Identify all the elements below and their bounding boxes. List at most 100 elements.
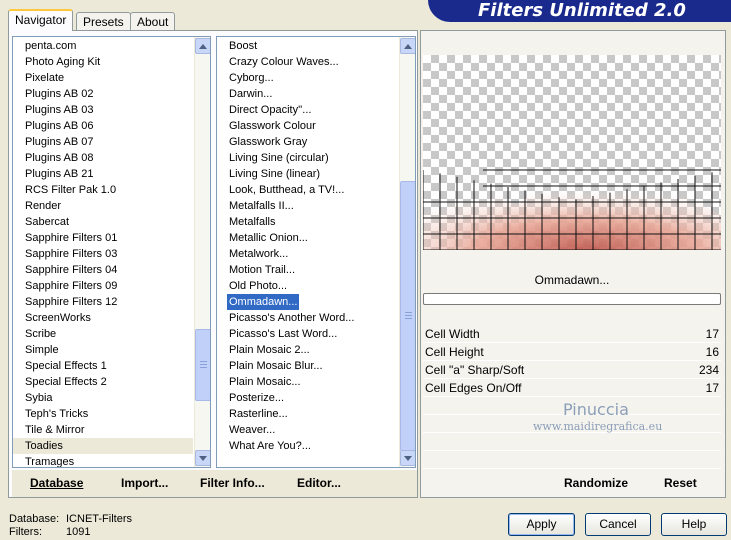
cancel-button[interactable]: Cancel (585, 513, 651, 536)
list-item[interactable]: Teph's Tricks (13, 406, 193, 422)
watermark-url: www.maidiregrafica.eu (533, 420, 663, 433)
app-title: Filters Unlimited 2.0 (478, 0, 686, 21)
list-item[interactable]: Glasswork Colour (217, 118, 399, 134)
param-cell-edges[interactable]: Cell Edges On/Off 17 (423, 379, 721, 397)
list-item[interactable]: Plain Mosaic Blur... (217, 358, 399, 374)
chevron-down-icon (199, 456, 207, 461)
list-item[interactable]: Pixelate (13, 70, 193, 86)
list-item[interactable]: Metalfalls II... (217, 198, 399, 214)
list-item[interactable]: Glasswork Gray (217, 134, 399, 150)
chevron-up-icon (404, 44, 412, 49)
filter-list[interactable]: Boost Crazy Colour Waves... Cyborg... Darwi… (216, 36, 416, 468)
grip-line (405, 315, 412, 316)
list-item[interactable]: Plugins AB 21 (13, 166, 193, 182)
list-item[interactable]: Simple (13, 342, 193, 358)
list-item[interactable]: Scribe (13, 326, 193, 342)
grip-line (200, 364, 207, 365)
list-item[interactable]: Weaver... (217, 422, 399, 438)
list-item[interactable]: Metalwork... (217, 246, 399, 262)
param-cell-height[interactable]: Cell Height 16 (423, 343, 721, 361)
list-item[interactable]: Plain Mosaic 2... (217, 342, 399, 358)
list-item[interactable]: Plugins AB 02 (13, 86, 193, 102)
param-cell-a-sharp-soft[interactable]: Cell "a" Sharp/Soft 234 (423, 361, 721, 379)
list-item[interactable]: Sybia (13, 390, 193, 406)
list-item[interactable]: Sapphire Filters 01 (13, 230, 193, 246)
list-item[interactable]: Special Effects 2 (13, 374, 193, 390)
list-item[interactable]: Sapphire Filters 03 (13, 246, 193, 262)
param-value: 17 (705, 327, 719, 341)
list-item[interactable]: Motion Trail... (217, 262, 399, 278)
list-item[interactable]: ScreenWorks (13, 310, 193, 326)
list-item[interactable]: Metalfalls (217, 214, 399, 230)
list-item[interactable]: Toadies (13, 438, 193, 454)
list-item[interactable]: Plugins AB 03 (13, 102, 193, 118)
selected-filter-name: Ommadawn... (534, 273, 610, 287)
category-scrollbar[interactable] (194, 37, 210, 467)
category-list[interactable]: penta.com Photo Aging Kit Pixelate Plugins … (12, 36, 211, 468)
tab-navigator[interactable]: Navigator (8, 9, 74, 31)
param-value: 16 (705, 345, 719, 359)
list-item[interactable]: Plugins AB 08 (13, 150, 193, 166)
editor-button[interactable]: Editor... (297, 476, 341, 490)
list-item[interactable]: Look, Butthead, a TV!... (217, 182, 399, 198)
list-item[interactable]: Tile & Mirror (13, 422, 193, 438)
list-item[interactable]: Cyborg... (217, 70, 399, 86)
apply-button[interactable]: Apply (508, 513, 575, 536)
filters-count-value: 1091 (66, 526, 91, 538)
list-item[interactable]: Picasso's Last Word... (217, 326, 399, 342)
list-item[interactable]: Ommadawn... (227, 294, 299, 310)
grip-line (200, 367, 207, 368)
list-item[interactable]: Boost (217, 38, 399, 54)
grip-line (405, 312, 412, 313)
param-cell-width[interactable]: Cell Width 17 (423, 325, 721, 343)
list-item[interactable]: Living Sine (linear) (217, 166, 399, 182)
param-label: Cell Width (425, 327, 480, 341)
list-item[interactable]: Render (13, 198, 193, 214)
list-item[interactable]: Plugins AB 07 (13, 134, 193, 150)
list-item[interactable]: Darwin... (217, 86, 399, 102)
list-item[interactable]: Tramages (13, 454, 193, 467)
app-title-banner: Filters Unlimited 2.0 (428, 0, 731, 22)
list-item[interactable]: Posterize... (217, 390, 399, 406)
list-item[interactable]: Old Photo... (217, 278, 399, 294)
filters-count-label: Filters: (9, 526, 42, 538)
help-button[interactable]: Help (661, 513, 727, 536)
list-item[interactable]: Living Sine (circular) (217, 150, 399, 166)
reset-button[interactable]: Reset (664, 476, 697, 490)
grip-line (405, 318, 412, 319)
tab-presets[interactable]: Presets (76, 12, 131, 31)
param-label: Cell Height (425, 345, 484, 359)
preview-graphic (423, 169, 721, 250)
randomize-button[interactable]: Randomize (564, 476, 628, 490)
param-empty-row (423, 451, 721, 469)
category-items: penta.com Photo Aging Kit Pixelate Plugins … (13, 38, 193, 467)
scroll-down-button[interactable] (195, 450, 210, 466)
list-item[interactable]: Photo Aging Kit (13, 54, 193, 70)
list-item[interactable]: Sapphire Filters 04 (13, 262, 193, 278)
list-item[interactable]: Sapphire Filters 12 (13, 294, 193, 310)
list-item[interactable]: Plugins AB 06 (13, 118, 193, 134)
list-item[interactable]: Picasso's Another Word... (217, 310, 399, 326)
list-item[interactable]: Sapphire Filters 09 (13, 278, 193, 294)
scroll-up-button[interactable] (400, 38, 415, 54)
list-item[interactable]: Sabercat (13, 214, 193, 230)
filter-info-button[interactable]: Filter Info... (200, 476, 265, 490)
list-item[interactable]: Special Effects 1 (13, 358, 193, 374)
list-item[interactable]: What Are You?... (217, 438, 399, 454)
filter-scrollbar[interactable] (399, 37, 415, 467)
list-item[interactable]: Direct Opacity''... (217, 102, 399, 118)
list-item[interactable]: Plain Mosaic... (217, 374, 399, 390)
list-item[interactable]: Crazy Colour Waves... (217, 54, 399, 70)
preview-image[interactable] (423, 55, 721, 250)
scroll-thumb[interactable] (400, 181, 415, 451)
scroll-up-button[interactable] (195, 38, 210, 54)
database-button[interactable]: Database (30, 476, 83, 490)
list-item[interactable]: penta.com (13, 38, 193, 54)
list-item[interactable]: Rasterline... (217, 406, 399, 422)
scroll-thumb[interactable] (195, 329, 210, 401)
tab-about[interactable]: About (130, 12, 176, 31)
list-item[interactable]: Metallic Onion... (217, 230, 399, 246)
import-button[interactable]: Import... (121, 476, 168, 490)
list-item[interactable]: RCS Filter Pak 1.0 (13, 182, 193, 198)
scroll-down-button[interactable] (400, 450, 415, 466)
